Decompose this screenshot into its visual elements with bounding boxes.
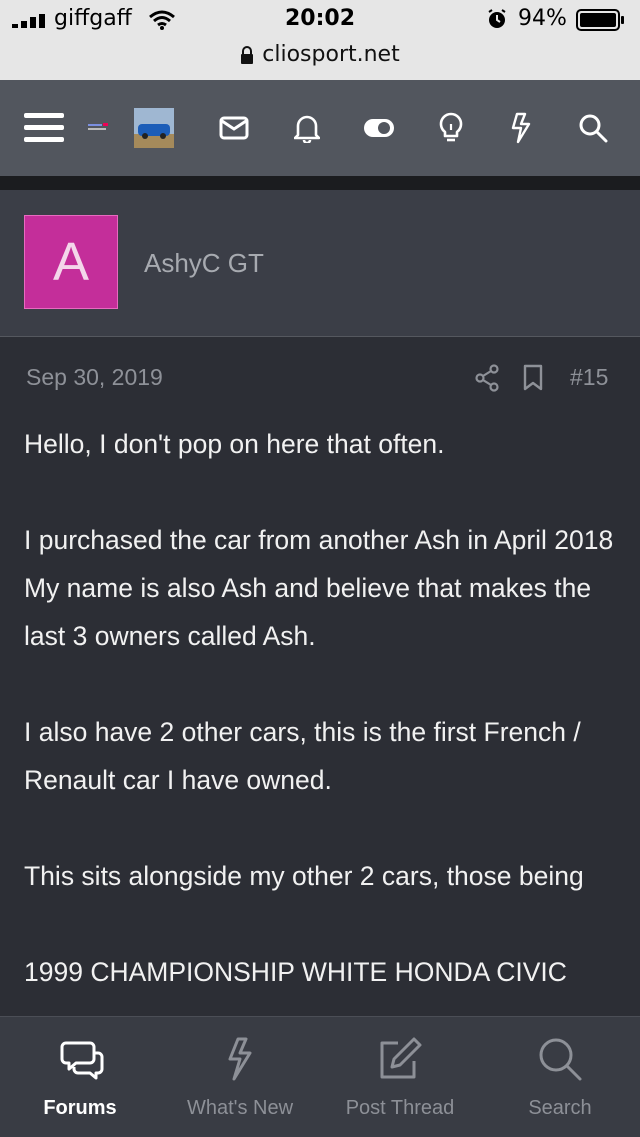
tab-label: Search xyxy=(528,1097,592,1119)
site-logo[interactable] xyxy=(86,120,110,134)
toggle-icon[interactable] xyxy=(361,110,397,146)
post-date[interactable]: Sep 30, 2019 xyxy=(26,364,163,391)
post-paragraph: Hello, I don't pop on here that often. xyxy=(24,429,445,459)
bottom-tab-bar: Forums What's New Post Thread Search xyxy=(0,1016,640,1137)
tab-whats-new[interactable]: What's New xyxy=(160,1017,320,1137)
post-paragraph: I purchased the car from another Ash in … xyxy=(24,525,621,651)
menu-icon[interactable] xyxy=(24,108,64,148)
alarm-icon xyxy=(488,9,506,28)
tab-label: Forums xyxy=(43,1097,117,1119)
post-paragraph: I also have 2 other cars, this is the fi… xyxy=(24,717,589,795)
tab-forums[interactable]: Forums xyxy=(0,1017,160,1137)
lock-icon xyxy=(241,45,254,64)
post-meta: Sep 30, 2019 #15 xyxy=(0,360,640,400)
tab-label: What's New xyxy=(186,1097,294,1119)
tab-post-thread[interactable]: Post Thread xyxy=(320,1017,480,1137)
search-icon[interactable] xyxy=(575,110,611,146)
search-icon xyxy=(539,1038,582,1081)
post-body: Hello, I don't pop on here that often. I… xyxy=(24,420,624,1016)
author-name[interactable]: AshyC GT xyxy=(144,248,264,279)
url-text: cliosport.net xyxy=(262,42,400,67)
divider-strip xyxy=(0,176,640,190)
mail-icon[interactable] xyxy=(216,110,252,146)
user-avatar-thumb[interactable] xyxy=(134,108,174,148)
tab-label: Post Thread xyxy=(345,1097,455,1119)
post-paragraph: This sits alongside my other 2 cars, tho… xyxy=(24,861,584,891)
post-paragraph: 1999 CHAMPIONSHIP WHITE HONDA CIVIC xyxy=(24,957,567,987)
browser-url-bar[interactable]: cliosport.net xyxy=(0,40,640,81)
status-bar: giffgaff 20:02 94% xyxy=(0,0,640,40)
bell-icon[interactable] xyxy=(289,110,325,146)
lightbulb-icon[interactable] xyxy=(433,110,469,146)
edit-icon xyxy=(380,1037,422,1079)
site-nav-bar xyxy=(0,80,640,176)
tab-search[interactable]: Search xyxy=(480,1017,640,1137)
post-number[interactable]: #15 xyxy=(570,364,608,391)
battery-percent: 94% xyxy=(518,6,567,31)
bolt-icon[interactable] xyxy=(503,110,539,146)
share-icon[interactable] xyxy=(474,364,500,392)
bolt-icon xyxy=(228,1037,252,1081)
chat-bubbles-icon xyxy=(60,1041,104,1080)
bookmark-icon[interactable] xyxy=(522,364,544,392)
post-author-header: A AshyC GT xyxy=(0,190,640,337)
author-avatar[interactable]: A xyxy=(24,215,118,309)
battery-icon xyxy=(576,9,624,31)
